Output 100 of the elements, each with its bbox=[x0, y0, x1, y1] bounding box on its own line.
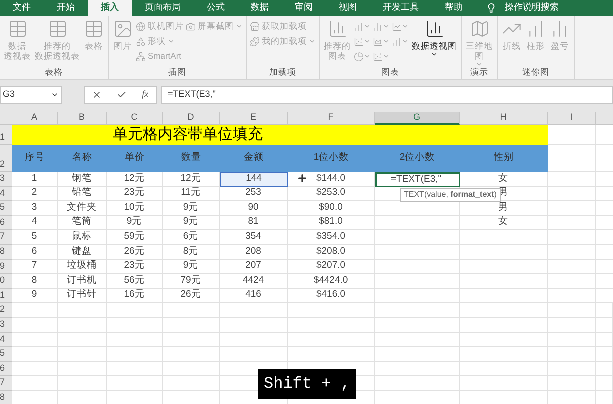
row-header[interactable]: 3 bbox=[0, 172, 12, 187]
table-cell: 7 bbox=[12, 260, 58, 274]
empty-cell bbox=[596, 318, 613, 333]
table-cell: 2 bbox=[12, 186, 58, 202]
table-cell: 9元 bbox=[107, 216, 163, 230]
image-icon bbox=[113, 19, 133, 39]
column-header[interactable]: A bbox=[12, 112, 58, 125]
column-header[interactable]: F bbox=[288, 112, 375, 125]
ribbon-tab[interactable]: 帮助 bbox=[432, 0, 476, 16]
empty-cell bbox=[58, 332, 107, 348]
column-header[interactable]: D bbox=[163, 112, 220, 125]
ribbon-tab[interactable]: 公式 bbox=[194, 0, 238, 16]
header-cell: 性别 bbox=[460, 145, 548, 172]
empty-cell bbox=[596, 332, 613, 348]
column-header[interactable] bbox=[596, 112, 613, 125]
key-overlay: Shift + , bbox=[258, 369, 356, 399]
empty-cell bbox=[58, 347, 107, 362]
row-header[interactable]: 3 bbox=[0, 318, 12, 333]
table-cell: 81 bbox=[220, 216, 288, 230]
row-header[interactable]: 5 bbox=[0, 347, 12, 362]
caret-icon bbox=[51, 91, 59, 99]
row-header[interactable]: 4 bbox=[0, 186, 12, 202]
table-icon bbox=[48, 19, 68, 39]
bar-chart-icon bbox=[328, 19, 348, 39]
table-cell: 90 bbox=[220, 201, 288, 216]
header-cell: 数量 bbox=[163, 145, 220, 172]
header-cell: 2位小数 bbox=[375, 145, 460, 172]
ribbon-tab[interactable]: 文件 bbox=[0, 0, 44, 16]
table-cell: $416.0 bbox=[288, 288, 375, 304]
editing-cell[interactable]: =TEXT(E3," bbox=[375, 172, 460, 187]
table-cell: $144.0 bbox=[288, 172, 375, 187]
store-icon bbox=[250, 22, 260, 32]
diagram-icon bbox=[136, 52, 146, 62]
empty-cell bbox=[163, 332, 220, 348]
column-header[interactable]: C bbox=[107, 112, 163, 125]
area-chart-icon bbox=[373, 36, 383, 46]
empty-cell bbox=[548, 172, 596, 187]
table-cell: 79元 bbox=[163, 274, 220, 289]
tell-me-search[interactable]: 操作说明搜索 bbox=[503, 0, 561, 16]
ribbon-tab[interactable]: 开发工具 bbox=[370, 0, 432, 16]
table-cell: 23元 bbox=[107, 186, 163, 202]
empty-cell bbox=[58, 376, 107, 391]
name-box[interactable]: G3 bbox=[0, 86, 62, 104]
row-header[interactable]: 6 bbox=[0, 362, 12, 376]
table-cell: 6 bbox=[12, 244, 58, 260]
table-cell: $253.0 bbox=[288, 186, 375, 202]
column-header[interactable]: H bbox=[460, 112, 548, 125]
header-cell: 1位小数 bbox=[288, 145, 375, 172]
row-header[interactable]: 1 bbox=[0, 288, 12, 304]
row-header[interactable]: 4 bbox=[0, 332, 12, 348]
ribbon-tab[interactable]: 插入 bbox=[88, 0, 132, 16]
table-cell: 11元 bbox=[163, 186, 220, 202]
ribbon-tab[interactable]: 视图 bbox=[326, 0, 370, 16]
line-chart-icon bbox=[392, 22, 402, 32]
row-header[interactable]: 7 bbox=[0, 230, 12, 245]
ribbon-button[interactable]: 数据透视图 bbox=[411, 19, 458, 58]
table-cell: 8元 bbox=[163, 244, 220, 260]
empty-cell bbox=[220, 347, 288, 362]
insert-function-button[interactable]: fx bbox=[142, 88, 149, 102]
table-cell: $81.0 bbox=[288, 216, 375, 230]
table-cell: 56元 bbox=[107, 274, 163, 289]
row-header[interactable]: 0 bbox=[0, 274, 12, 289]
table-cell: 4 bbox=[12, 216, 58, 230]
empty-cell bbox=[107, 347, 163, 362]
ribbon-tab[interactable]: 页面布局 bbox=[132, 0, 194, 16]
empty-cell bbox=[548, 303, 596, 318]
table-cell: 144 bbox=[220, 172, 288, 187]
column-header[interactable]: B bbox=[58, 112, 107, 125]
formula-input[interactable]: =TEXT(E3," bbox=[161, 86, 613, 104]
table-cell: 9元 bbox=[163, 260, 220, 274]
ribbon-group-label: 加载项 bbox=[270, 66, 296, 78]
row-header[interactable]: 2 bbox=[0, 303, 12, 318]
ribbon-tab[interactable]: 数据 bbox=[238, 0, 282, 16]
row-header[interactable]: 8 bbox=[0, 244, 12, 260]
table-cell: 订书机 bbox=[58, 274, 107, 289]
empty-cell bbox=[548, 376, 596, 391]
cancel-icon[interactable] bbox=[92, 90, 102, 100]
row-header[interactable]: 1 bbox=[0, 125, 12, 145]
empty-cell bbox=[596, 303, 613, 318]
name-box-value: G3 bbox=[3, 88, 16, 102]
row-header[interactable]: 5 bbox=[0, 201, 12, 216]
table-cell: 垃圾桶 bbox=[58, 260, 107, 274]
table-cell: 5 bbox=[12, 230, 58, 245]
row-header[interactable]: 9 bbox=[0, 260, 12, 274]
column-header[interactable]: G bbox=[375, 112, 460, 125]
ribbon-tab[interactable]: 审阅 bbox=[282, 0, 326, 16]
empty-cell bbox=[107, 376, 163, 391]
row-header[interactable]: 2 bbox=[0, 145, 12, 172]
check-icon[interactable] bbox=[117, 90, 128, 100]
column-header[interactable]: I bbox=[548, 112, 596, 125]
table-cell: $207.0 bbox=[288, 260, 375, 274]
column-header[interactable]: E bbox=[220, 112, 288, 125]
ribbon-tab[interactable]: 开始 bbox=[44, 0, 88, 16]
empty-cell bbox=[163, 303, 220, 318]
row-header[interactable]: 7 bbox=[0, 376, 12, 391]
header-cell: 序号 bbox=[12, 145, 58, 172]
empty-cell bbox=[596, 362, 613, 376]
title-cell: 单元格内容带单位填充 bbox=[12, 125, 548, 145]
row-header[interactable]: 8 bbox=[0, 390, 12, 404]
row-header[interactable]: 6 bbox=[0, 216, 12, 230]
